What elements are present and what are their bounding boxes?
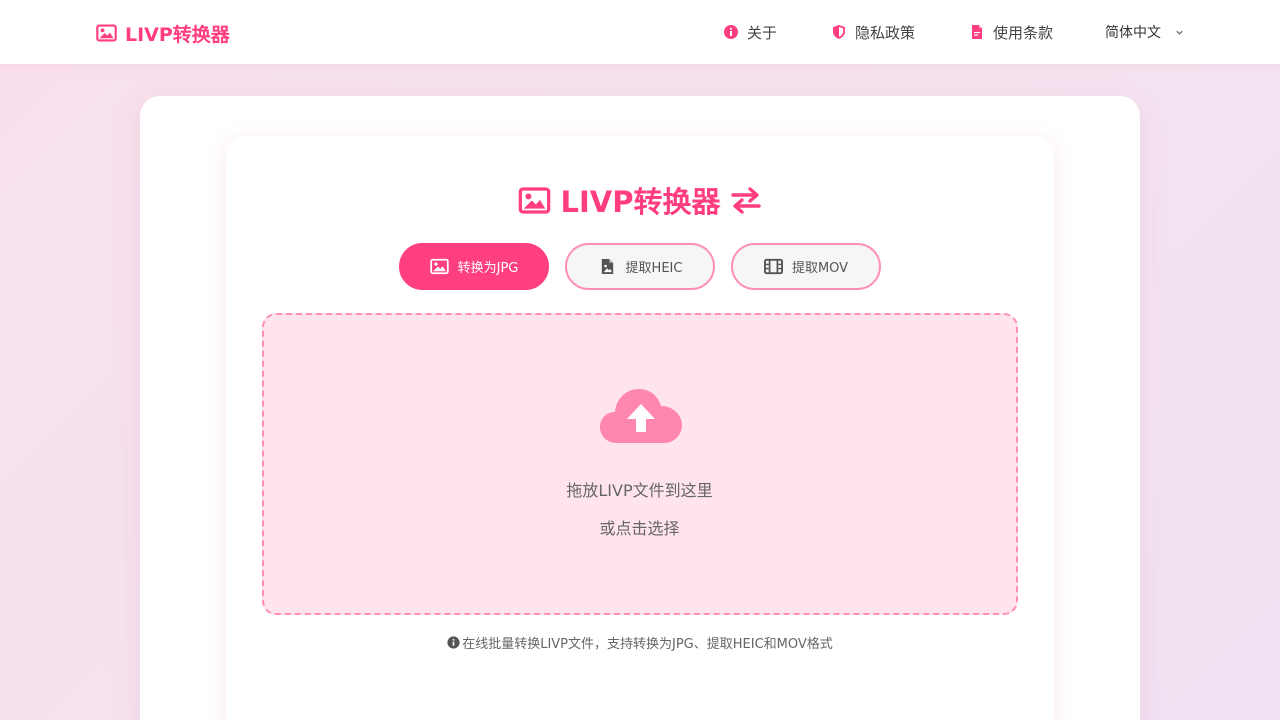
image-icon	[96, 24, 117, 42]
nav-terms[interactable]: 使用条款	[969, 22, 1053, 43]
main-card: LIVP转换器 转换为JPG 提取HEIC 提取MOV 拖放LIVP文件到这里 …	[140, 96, 1140, 720]
tab-extract-heic-label: 提取HEIC	[625, 261, 683, 276]
nav-about-label: 关于	[746, 23, 777, 42]
mode-tabs: 转换为JPG 提取HEIC 提取MOV	[226, 243, 1054, 291]
top-nav: 关于 隐私政策 使用条款 简体中文	[669, 0, 1184, 64]
dropzone-primary-text: 拖放LIVP文件到这里	[566, 481, 713, 500]
info-circle-icon	[723, 25, 738, 39]
nav-privacy[interactable]: 隐私政策	[831, 22, 915, 43]
film-icon	[763, 258, 783, 275]
info-circle-icon	[447, 635, 460, 649]
tab-convert-jpg[interactable]: 转换为JPG	[399, 243, 549, 290]
image-icon	[518, 186, 550, 214]
nav-about[interactable]: 关于	[723, 22, 777, 43]
file-dropzone[interactable]: 拖放LIVP文件到这里 或点击选择	[262, 313, 1018, 615]
tab-convert-jpg-label: 转换为JPG	[457, 261, 519, 276]
tab-extract-heic[interactable]: 提取HEIC	[565, 243, 715, 290]
nav-privacy-label: 隐私政策	[854, 23, 915, 42]
exchange-arrows-icon	[731, 187, 762, 214]
page-title: LIVP转换器	[226, 180, 1054, 220]
brand-logo[interactable]: LIVP转换器	[96, 20, 230, 46]
info-note: 在线批量转换LIVP文件，支持转换为JPG、提取HEIC和MOV格式	[226, 632, 1054, 652]
tab-extract-mov[interactable]: 提取MOV	[731, 243, 881, 290]
language-select[interactable]: 简体中文	[1105, 22, 1184, 42]
top-bar: LIVP转换器 关于 隐私政策 使用条款 简体中文	[0, 0, 1280, 64]
chevron-down-icon	[1176, 30, 1183, 35]
file-image-icon	[601, 258, 613, 275]
brand-name: LIVP转换器	[125, 23, 230, 46]
dropzone-secondary-text: 或点击选择	[599, 519, 680, 538]
cloud-upload-icon	[600, 389, 682, 443]
tab-extract-mov-label: 提取MOV	[791, 261, 849, 276]
page-title-text: LIVP转换器	[560, 185, 721, 219]
language-label: 简体中文	[1105, 25, 1161, 41]
document-icon	[971, 25, 982, 39]
shield-icon	[832, 25, 845, 39]
image-icon	[429, 258, 449, 275]
nav-terms-label: 使用条款	[992, 23, 1053, 42]
converter-panel: LIVP转换器 转换为JPG 提取HEIC 提取MOV 拖放LIVP文件到这里 …	[226, 136, 1054, 720]
info-note-text: 在线批量转换LIVP文件，支持转换为JPG、提取HEIC和MOV格式	[462, 636, 833, 652]
